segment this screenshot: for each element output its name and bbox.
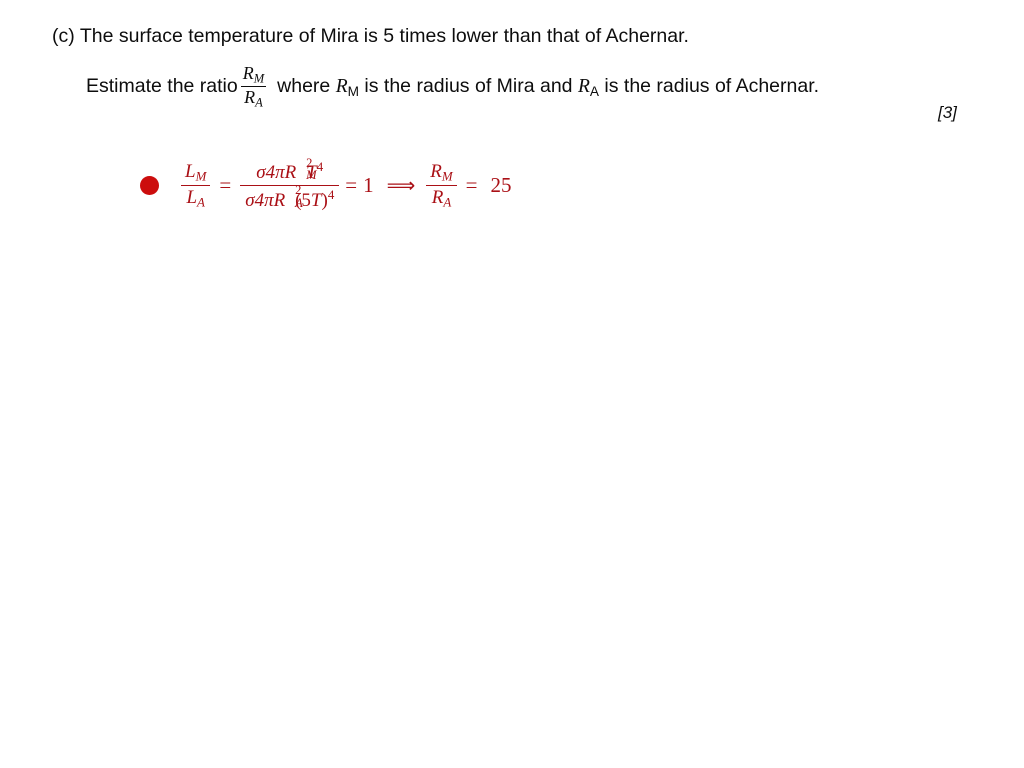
question-line-1-text: The surface temperature of Mira is 5 tim… <box>79 25 689 47</box>
question-line-1: (c) The surface temperature of Mira is 5… <box>52 25 689 47</box>
ratio-numerator-symbol: R <box>242 63 254 83</box>
value-one: 1 <box>363 172 374 197</box>
implies-arrow-icon: ⟹ <box>386 173 416 198</box>
marks-allocation: [3] <box>938 103 957 122</box>
radius-ratio-numerator: RM <box>426 162 456 185</box>
question-line-2-prefix: Estimate the ratio <box>86 75 238 98</box>
symbol-ra-subscript: A <box>589 84 599 100</box>
ratio-denominator-symbol: R <box>244 87 256 108</box>
luminosity-ratio-denominator: LA <box>181 184 211 210</box>
lhs-num-subscript: M <box>195 168 207 184</box>
answer-result-value: 25 <box>490 172 512 197</box>
rhs-num-subscript: M <box>441 168 453 184</box>
question-line-2-after-rm: is the radius of Mira and <box>364 75 573 98</box>
symbol-rm: R <box>335 76 348 98</box>
rhs-den-symbol: R <box>431 186 444 208</box>
sigma-symbol-numerator: σ <box>256 162 266 184</box>
frac-den-r-subscript: A <box>295 195 303 210</box>
frac-num-r-subscript: M <box>306 167 317 182</box>
radius-ratio-denominator: RA <box>426 184 457 210</box>
rhs-num-symbol: R <box>430 161 442 183</box>
radius-ratio-fraction: RM RA <box>426 162 457 210</box>
bullet-point-icon <box>140 176 159 196</box>
ratio-fraction: RM RA <box>240 64 267 110</box>
frac-num-t-exponent: 4 <box>316 159 324 174</box>
stefan-boltzmann-fraction: σ4πR 2 M T4 σ4πR 2 A (5T)4 <box>240 156 340 211</box>
lhs-den-symbol: L <box>186 186 198 208</box>
question-line-2: Estimate the ratio RM RA where RM is the ra… <box>86 64 819 110</box>
radius-mira-squared: R2M <box>284 156 317 184</box>
stefan-boltzmann-numerator: σ4πR 2 M T4 <box>240 156 339 185</box>
lhs-den-subscript: A <box>197 194 205 210</box>
frac-den-t-symbol: T <box>310 189 322 211</box>
slide-canvas: (c) The surface temperature of Mira is 5… <box>0 0 1024 768</box>
question-line-2-mid: where <box>277 75 331 98</box>
ratio-denominator-subscript: A <box>255 95 263 110</box>
ratio-fraction-numerator: RM <box>241 64 266 86</box>
luminosity-ratio-fraction: LM LA <box>181 162 211 210</box>
ratio-numerator-subscript: M <box>253 71 265 86</box>
four-pi-denominator: 4π <box>254 189 274 211</box>
luminosity-ratio-numerator: LM <box>181 162 210 185</box>
radius-achernar-squared: R2A <box>273 184 303 211</box>
equals-sign-3: = <box>465 172 478 197</box>
four-pi-numerator: 4π <box>265 162 285 184</box>
answer-row: LM LA = σ4πR 2 M T4 σ4πR 2 A (5T)4 = 1 ⟹ RM RA… <box>140 156 512 211</box>
answer-equation: LM LA = σ4πR 2 M T4 σ4πR 2 A (5T)4 = 1 ⟹ RM RA… <box>181 156 512 211</box>
symbol-rm-subscript: M <box>347 84 359 100</box>
lhs-num-symbol: L <box>185 161 196 183</box>
sigma-symbol-denominator: σ <box>245 189 255 211</box>
frac-den-r-symbol: R <box>273 189 286 211</box>
question-part-label: (c) <box>52 25 75 47</box>
equals-sign-1: = <box>219 172 232 197</box>
symbol-ra: R <box>577 76 590 98</box>
ratio-fraction-denominator: RA <box>240 86 267 110</box>
equals-sign-2: = <box>345 172 358 197</box>
paren-exponent: 4 <box>327 186 335 202</box>
rhs-den-subscript: A <box>443 194 452 210</box>
frac-num-r-symbol: R <box>284 162 297 184</box>
stefan-boltzmann-denominator: σ4πR 2 A (5T)4 <box>240 184 340 211</box>
question-line-2-after-ra: is the radius of Achernar. <box>604 75 820 98</box>
